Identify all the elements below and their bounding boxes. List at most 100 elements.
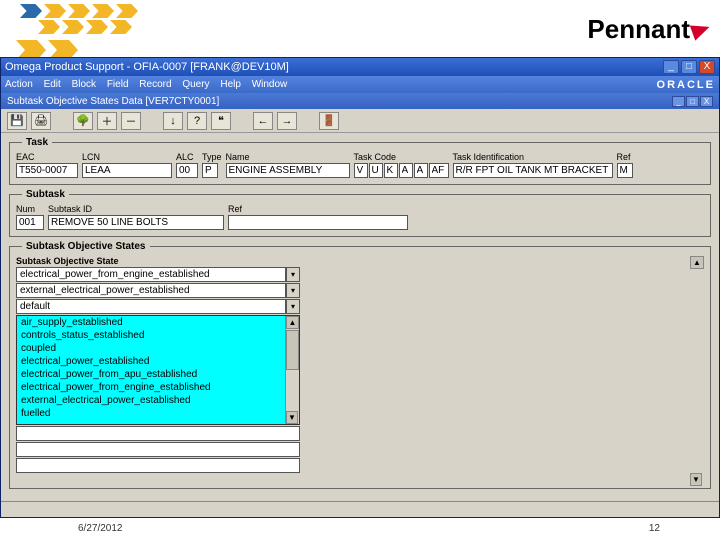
print-button[interactable]: 🖨 [31,112,51,130]
sos-row-1-dropdown[interactable]: ▾ [286,267,300,282]
task-legend: Task [22,137,52,148]
subtask-id-field[interactable] [48,215,224,230]
taskcode-2[interactable] [369,163,383,178]
sos-row-3[interactable] [16,299,286,314]
maximize-button[interactable]: □ [681,60,697,74]
list-item[interactable]: electrical_power_from_engine_established [17,381,299,394]
next-button[interactable]: → [277,112,297,130]
menu-block[interactable]: Block [72,79,96,90]
task-group: Task EAC LCN ALC Type Name Task Code [9,137,711,185]
sos-outer-scrollbar[interactable]: ▲ ▼ [690,256,704,486]
lcn-field[interactable] [82,163,172,178]
remove-button[interactable]: － [121,112,141,130]
app-window: Omega Product Support - OFIA-0007 [FRANK… [0,57,720,518]
quote-button[interactable]: ❝ [211,112,231,130]
alc-field[interactable] [176,163,198,178]
eac-label: EAC [16,152,78,162]
sos-row-2-dropdown[interactable]: ▾ [286,283,300,298]
taskcode-6[interactable] [429,163,449,178]
sos-legend: Subtask Objective States [22,241,150,252]
close-button[interactable]: X [699,60,715,74]
menu-window[interactable]: Window [252,79,288,90]
child-minimize-button[interactable]: _ [672,96,685,107]
type-label: Type [202,152,222,162]
menu-query[interactable]: Query [182,79,209,90]
exit-button[interactable]: 🚪 [319,112,339,130]
sos-row-1[interactable] [16,267,286,282]
list-item[interactable]: electrical_power_from_apu_established [17,368,299,381]
window-title: Omega Product Support - OFIA-0007 [FRANK… [5,61,289,73]
outer-scroll-down-icon[interactable]: ▼ [690,473,702,486]
down-button[interactable]: ↓ [163,112,183,130]
sos-dropdown-list[interactable]: air_supply_established controls_status_e… [16,315,300,425]
child-close-button[interactable]: X [700,96,713,107]
subtask-group: Subtask Num Subtask ID Ref [9,189,711,237]
titlebar[interactable]: Omega Product Support - OFIA-0007 [FRANK… [1,58,719,76]
pennant-triangle-icon [690,19,712,40]
list-item[interactable]: fuelled [17,407,299,420]
list-item[interactable]: external_electrical_power_established [17,394,299,407]
decorative-arrows [20,4,138,60]
menu-action[interactable]: Action [5,79,33,90]
subtask-legend: Subtask [22,189,69,200]
child-maximize-button[interactable]: □ [686,96,699,107]
sos-blank-2[interactable] [16,442,300,457]
sos-row-3-dropdown[interactable]: ▾ [286,299,300,314]
task-ref-label: Ref [617,152,633,162]
subtask-ref-label: Ref [228,204,408,214]
list-item[interactable]: coupled [17,342,299,355]
statusbar [1,501,719,517]
taskid-field[interactable] [453,163,613,178]
taskcode-3[interactable] [384,163,398,178]
sos-blank-3[interactable] [16,458,300,473]
sos-state-label: Subtask Objective State [16,256,119,266]
scroll-down-icon[interactable]: ▼ [286,411,298,424]
menu-help[interactable]: Help [220,79,241,90]
query-button[interactable]: ? [187,112,207,130]
content-area: Task EAC LCN ALC Type Name Task Code [1,133,719,501]
taskcode-1[interactable] [354,163,368,178]
lcn-label: LCN [82,152,172,162]
minimize-button[interactable]: _ [663,60,679,74]
sos-group: Subtask Objective States Subtask Objecti… [9,241,711,489]
pennant-logo: Pennant [587,14,710,45]
subtask-ref-field[interactable] [228,215,408,230]
alc-label: ALC [176,152,198,162]
child-titlebar: Subtask Objective States Data [VER7CTY00… [1,93,719,109]
task-ref-field[interactable] [617,163,633,178]
subtask-num-field[interactable] [16,215,44,230]
subtask-num-label: Num [16,204,44,214]
outer-scroll-up-icon[interactable]: ▲ [690,256,704,269]
scroll-up-icon[interactable]: ▲ [286,316,299,329]
save-button[interactable]: 💾 [7,112,27,130]
name-label: Name [226,152,350,162]
top-banner: Pennant [0,0,720,55]
menu-edit[interactable]: Edit [44,79,61,90]
taskcode-5[interactable] [414,163,428,178]
list-item[interactable]: electrical_power_established [17,355,299,368]
sos-blank-1[interactable] [16,426,300,441]
taskcode-label: Task Code [354,152,449,162]
eac-field[interactable] [16,163,78,178]
menu-record[interactable]: Record [139,79,171,90]
name-field[interactable] [226,163,350,178]
menu-field[interactable]: Field [107,79,129,90]
prev-button[interactable]: ← [253,112,273,130]
footer-date: 6/27/2012 [78,523,123,534]
menubar: Action Edit Block Field Record Query Hel… [1,76,719,93]
type-field[interactable] [202,163,218,178]
footer-page: 12 [649,523,660,534]
list-item[interactable]: controls_status_established [17,329,299,342]
sos-row-2[interactable] [16,283,286,298]
list-item[interactable]: air_supply_established [17,316,299,329]
child-window-title: Subtask Objective States Data [VER7CTY00… [7,96,219,107]
subtask-id-label: Subtask ID [48,204,224,214]
scroll-thumb[interactable] [286,330,299,370]
list-scrollbar[interactable]: ▲ ▼ [285,316,299,424]
insert-button[interactable]: ＋ [97,112,117,130]
taskcode-4[interactable] [399,163,413,178]
taskid-label: Task Identification [453,152,613,162]
oracle-brand: ORACLE [657,79,715,91]
tree-button[interactable]: 🌳 [73,112,93,130]
toolbar: 💾 🖨 🌳 ＋ － ↓ ? ❝ ← → 🚪 [1,109,719,133]
